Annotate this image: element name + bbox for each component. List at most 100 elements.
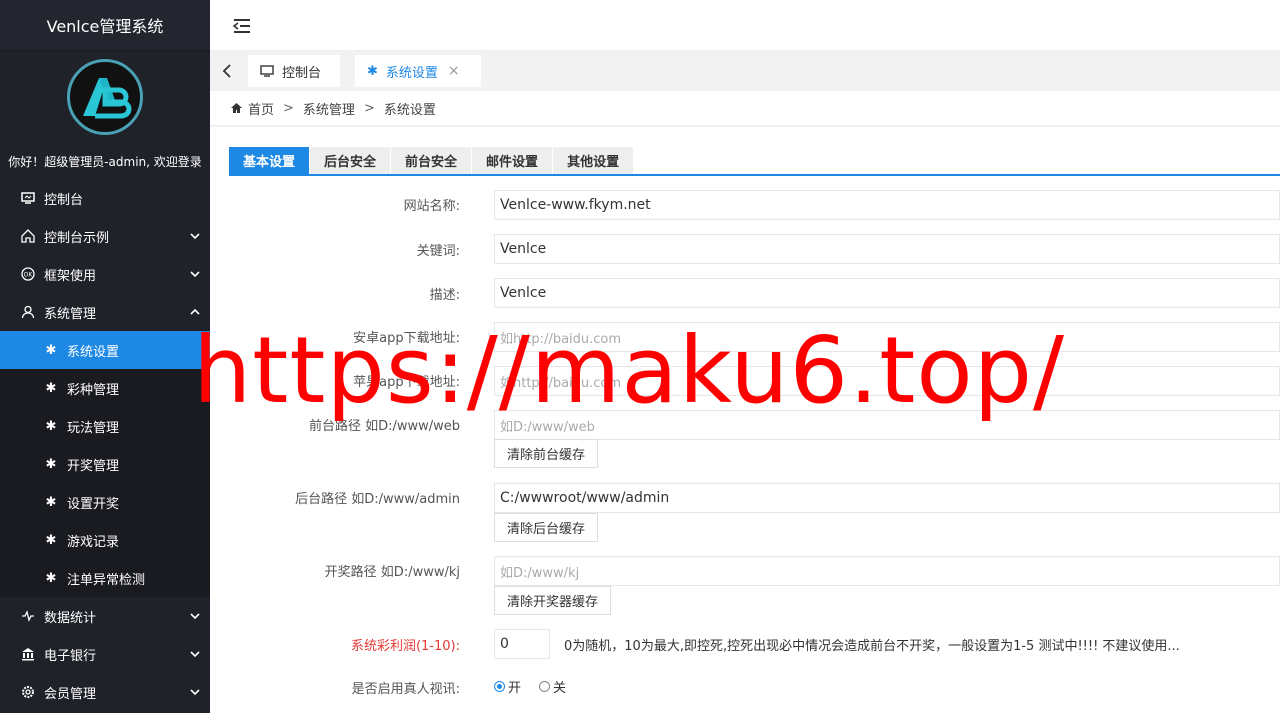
sidebar-item-label: 电子银行 [44,648,97,664]
home-icon [20,228,36,244]
site-name-label: 网站名称: [403,199,460,214]
tab-mail-settings[interactable]: 邮件设置 [472,147,554,174]
breadcrumb-current: 系统设置 [383,102,436,118]
form-tabs: 基本设置 后台安全 前台安全 邮件设置 其他设置 [229,147,1280,176]
sidebar-item-framework[interactable]: OK 框架使用 [0,255,210,293]
kj-path-input[interactable]: 如D:/www/kj [494,556,1280,586]
chevron-down-icon [190,685,200,700]
tab-other-settings[interactable]: 其他设置 [553,147,635,174]
bank-icon [20,646,36,662]
sidebar-item-statistics[interactable]: 数据统计 [0,597,210,635]
radio-unchecked-icon [539,681,551,692]
radio-label: 开 [508,681,522,696]
tab-console[interactable]: 控制台 [248,55,340,87]
user-icon [20,304,36,320]
tab-basic-settings[interactable]: 基本设置 [229,147,311,174]
ok-icon: OK [20,266,36,282]
sidebar-item-members[interactable]: 会员管理 [0,673,210,711]
chevron-down-icon [190,267,200,282]
sidebar-subitem-lottery-types[interactable]: ✱ 彩种管理 [0,369,210,407]
sidebar-item-console[interactable]: 控制台 [0,179,210,217]
avatar[interactable] [67,59,143,135]
sidebar-subitem-label: 游戏记录 [67,534,120,550]
star-icon: ✱ [45,342,57,358]
tab-admin-security[interactable]: 后台安全 [310,147,392,174]
tab-front-security[interactable]: 前台安全 [391,147,473,174]
description-label: 描述: [429,288,460,303]
live-video-label: 是否启用真人视讯: [351,682,460,697]
sidebar-item-label: 控制台 [44,192,84,208]
breadcrumb-separator: > [363,100,375,116]
sidebar-subitem-label: 注单异常检测 [67,572,146,588]
tab-label: 控制台 [282,65,322,81]
clear-front-cache-button[interactable]: 清除前台缓存 [494,439,599,468]
avatar-container [0,51,210,143]
profit-hint: 0为随机，10为最大,即控死,控死出现必中情况会造成前台不开奖，一般设置为1-5… [564,639,1180,654]
clear-kj-cache-button[interactable]: 清除开奖器缓存 [494,586,612,615]
sidebar-subitem-set-draw[interactable]: ✱ 设置开奖 [0,483,210,521]
live-video-on-option[interactable]: 开 [494,677,521,696]
star-icon: ✱ [45,570,57,586]
sidebar-item-label: 数据统计 [44,610,97,626]
sidebar-item-ebank[interactable]: 电子银行 [0,635,210,673]
site-name-input[interactable]: Venlce-www.fkym.net [494,190,1280,220]
logo-icon [83,78,132,119]
star-icon: ✱ [367,63,378,79]
profit-input[interactable]: 0 [494,629,550,659]
welcome-text: 你好！超级管理员-admin, 欢迎登录 [8,154,202,169]
radio-label: 关 [553,681,567,696]
chevron-down-icon [190,609,200,624]
sidebar-subitem-label: 系统设置 [67,344,120,360]
watermark-text: https://maku6.top/ [193,317,1066,424]
tab-label: 系统设置 [385,65,438,81]
sidebar-item-label: 会员管理 [44,686,97,702]
sidebar-subitem-order-check[interactable]: ✱ 注单异常检测 [0,559,210,597]
star-icon: ✱ [45,494,57,510]
description-input[interactable]: Venlce [494,278,1280,308]
monitor-icon [20,190,36,206]
chevron-down-icon [190,229,200,244]
sidebar-subitem-game-records[interactable]: ✱ 游戏记录 [0,521,210,559]
sidebar-subitem-play-rules[interactable]: ✱ 玩法管理 [0,407,210,445]
keywords-label: 关键词: [416,244,460,259]
sidebar-subitem-label: 设置开奖 [67,496,120,512]
breadcrumb-home[interactable]: 首页 [248,99,274,118]
star-icon: ✱ [45,380,57,396]
profit-label: 系统彩利润(1-10): [350,639,460,654]
sidebar-subitem-draw-manage[interactable]: ✱ 开奖管理 [0,445,210,483]
keywords-input[interactable]: Venlce [494,234,1280,264]
close-icon[interactable]: × [448,63,460,79]
chevron-left-icon[interactable] [220,62,234,80]
sidebar-subitem-label: 玩法管理 [67,420,120,436]
pulse-icon [20,608,36,624]
sidebar-subitem-label: 彩种管理 [67,382,120,398]
top-header [210,0,1280,51]
sidebar-item-system[interactable]: 系统管理 [0,293,210,331]
sidebar-item-label: 控制台示例 [44,230,110,246]
monitor-icon [260,64,274,78]
menu-toggle-icon[interactable] [232,16,252,36]
star-icon: ✱ [45,418,57,434]
breadcrumb-system[interactable]: 系统管理 [303,99,355,118]
chevron-down-icon [190,647,200,662]
live-video-off-option[interactable]: 关 [539,677,566,696]
clear-admin-cache-button[interactable]: 清除后台缓存 [494,513,599,542]
sidebar-subitem-system-settings[interactable]: ✱ 系统设置 [0,331,210,369]
admin-path-input[interactable]: C:/wwwroot/www/admin [494,483,1280,513]
live-video-radio-group: 开 关 [494,677,584,696]
svg-text:OK: OK [24,272,34,279]
sidebar: Venlce管理系统 你好！超级管理员-admin, 欢迎登录 控制台 控制台示… [0,0,210,713]
sidebar-item-console-demo[interactable]: 控制台示例 [0,217,210,255]
radio-checked-icon [494,681,505,692]
sidebar-subitem-label: 开奖管理 [67,458,120,474]
breadcrumb: 首页 > 系统管理 > 系统设置 [210,91,1280,126]
star-icon: ✱ [45,532,57,548]
sidebar-nav: 控制台 控制台示例 OK 框架使用 系统管理 ✱ 系统设置 ✱ 彩种管理 ✱ 玩… [0,179,210,711]
breadcrumb-separator: > [283,100,294,116]
sidebar-item-label: 系统管理 [44,306,97,322]
sidebar-item-label: 框架使用 [44,268,97,284]
star-icon: ✱ [45,456,57,472]
home-icon [230,102,243,114]
app-title: Venlce管理系统 [0,0,210,51]
tab-system-settings[interactable]: ✱ 系统设置 × [355,55,481,87]
